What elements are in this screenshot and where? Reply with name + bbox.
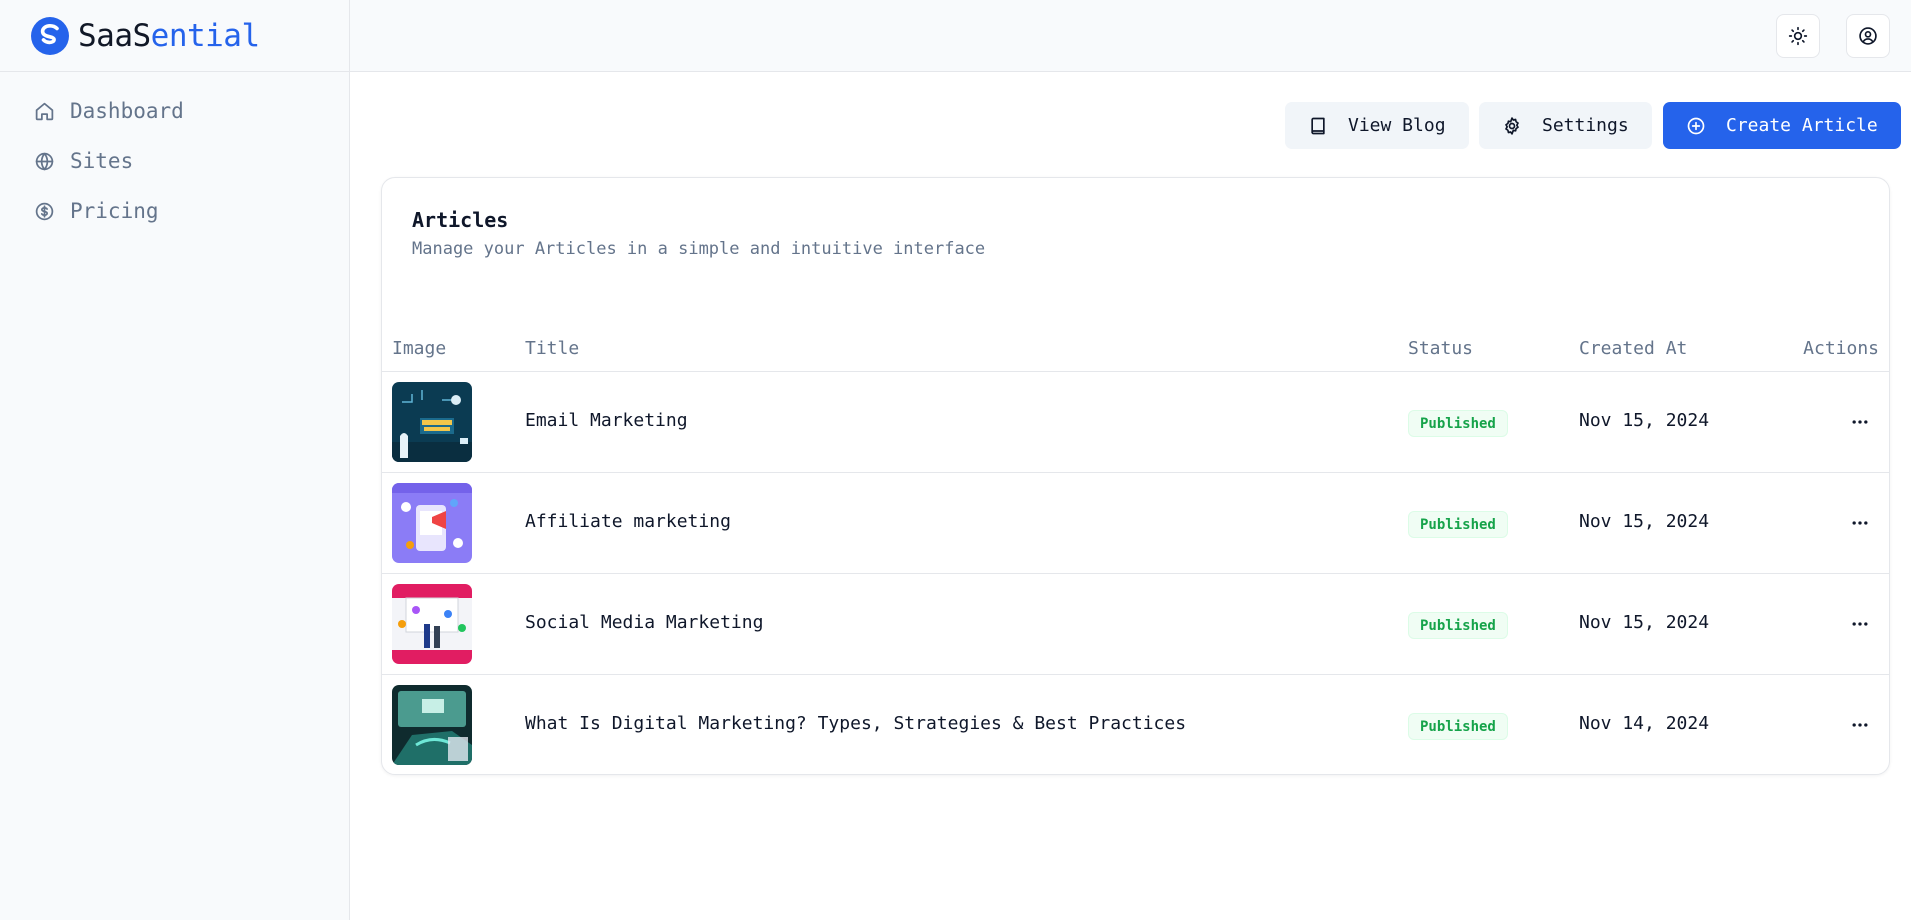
table-row[interactable]: Email Marketing Published Nov 15, 2024 — [382, 372, 1889, 473]
sidebar-item-sites[interactable]: Sites — [0, 136, 349, 186]
social-media-marketing-image — [392, 584, 472, 664]
theme-toggle-button[interactable] — [1776, 14, 1820, 58]
user-circle-icon — [1859, 27, 1877, 45]
sidebar-item-label: Pricing — [70, 199, 159, 223]
more-horizontal-icon — [1852, 521, 1868, 525]
brand-name: SaaSential — [78, 18, 260, 54]
column-header-title: Title — [525, 338, 580, 359]
book-icon — [1311, 117, 1325, 134]
more-horizontal-icon — [1852, 420, 1868, 424]
card-title: Articles — [412, 208, 509, 232]
view-blog-label: View Blog — [1348, 115, 1446, 136]
affiliate-marketing-image — [392, 483, 472, 563]
status-badge: Published — [1408, 511, 1508, 538]
column-header-image: Image — [392, 338, 447, 359]
more-horizontal-icon — [1852, 622, 1868, 626]
dollar-circle-icon — [35, 202, 54, 220]
sidebar-item-pricing[interactable]: Pricing — [0, 186, 349, 236]
sidebar-item-label: Sites — [70, 149, 134, 173]
table-header: Image Title Status Created At Actions — [382, 330, 1889, 372]
table-body: Email Marketing Published Nov 15, 2024 A… — [382, 372, 1889, 774]
sidebar-nav: Dashboard Sites Pricing — [0, 72, 349, 236]
logo-icon — [31, 16, 69, 55]
sidebar-item-label: Dashboard — [70, 99, 184, 123]
create-article-button[interactable]: Create Article — [1663, 102, 1901, 149]
create-article-label: Create Article — [1726, 115, 1878, 136]
table-row[interactable]: Affiliate marketing Published Nov 15, 20… — [382, 473, 1889, 574]
sidebar: SaaSential Dashboard Sites Pricing — [0, 0, 350, 920]
status-badge: Published — [1408, 410, 1508, 437]
card-description: Manage your Articles in a simple and int… — [412, 239, 986, 259]
status-badge: Published — [1408, 612, 1508, 639]
article-thumbnail — [392, 685, 472, 765]
view-blog-button[interactable]: View Blog — [1285, 102, 1469, 149]
article-thumbnail — [392, 382, 472, 462]
article-title[interactable]: What Is Digital Marketing? Types, Strate… — [525, 713, 1186, 734]
table-row[interactable]: Social Media Marketing Published Nov 15,… — [382, 574, 1889, 675]
article-thumbnail — [392, 584, 472, 664]
digital-marketing-image — [392, 685, 472, 765]
row-actions-button[interactable] — [1842, 612, 1878, 636]
settings-button[interactable]: Settings — [1479, 102, 1652, 149]
created-at: Nov 15, 2024 — [1579, 511, 1710, 532]
brand-name-part2: ential — [150, 17, 260, 54]
gear-icon — [1505, 116, 1519, 135]
column-header-status: Status — [1408, 338, 1474, 359]
top-bar — [350, 0, 1911, 72]
table-row[interactable]: What Is Digital Marketing? Types, Strate… — [382, 675, 1889, 774]
more-horizontal-icon — [1852, 723, 1868, 727]
plus-circle-icon — [1687, 117, 1705, 134]
article-thumbnail — [392, 483, 472, 563]
created-at: Nov 15, 2024 — [1579, 612, 1710, 633]
row-actions-button[interactable] — [1842, 511, 1878, 535]
article-title[interactable]: Email Marketing — [525, 410, 688, 431]
row-actions-button[interactable] — [1842, 410, 1878, 434]
created-at: Nov 14, 2024 — [1579, 713, 1710, 734]
logo[interactable]: SaaSential — [0, 0, 349, 72]
articles-card: Articles Manage your Articles in a simpl… — [381, 177, 1890, 775]
profile-button[interactable] — [1846, 14, 1890, 58]
status-badge: Published — [1408, 713, 1508, 740]
row-actions-button[interactable] — [1842, 713, 1878, 737]
column-header-actions: Actions — [1803, 338, 1879, 359]
created-at: Nov 15, 2024 — [1579, 410, 1710, 431]
brand-name-part1: SaaS — [78, 17, 151, 54]
article-title[interactable]: Affiliate marketing — [525, 511, 731, 532]
article-title[interactable]: Social Media Marketing — [525, 612, 763, 633]
column-header-created-at: Created At — [1579, 338, 1688, 359]
sidebar-item-dashboard[interactable]: Dashboard — [0, 86, 349, 136]
settings-label: Settings — [1542, 115, 1629, 136]
home-icon — [35, 102, 54, 120]
sun-icon — [1788, 26, 1808, 46]
globe-icon — [35, 152, 54, 170]
email-marketing-image — [392, 382, 472, 462]
